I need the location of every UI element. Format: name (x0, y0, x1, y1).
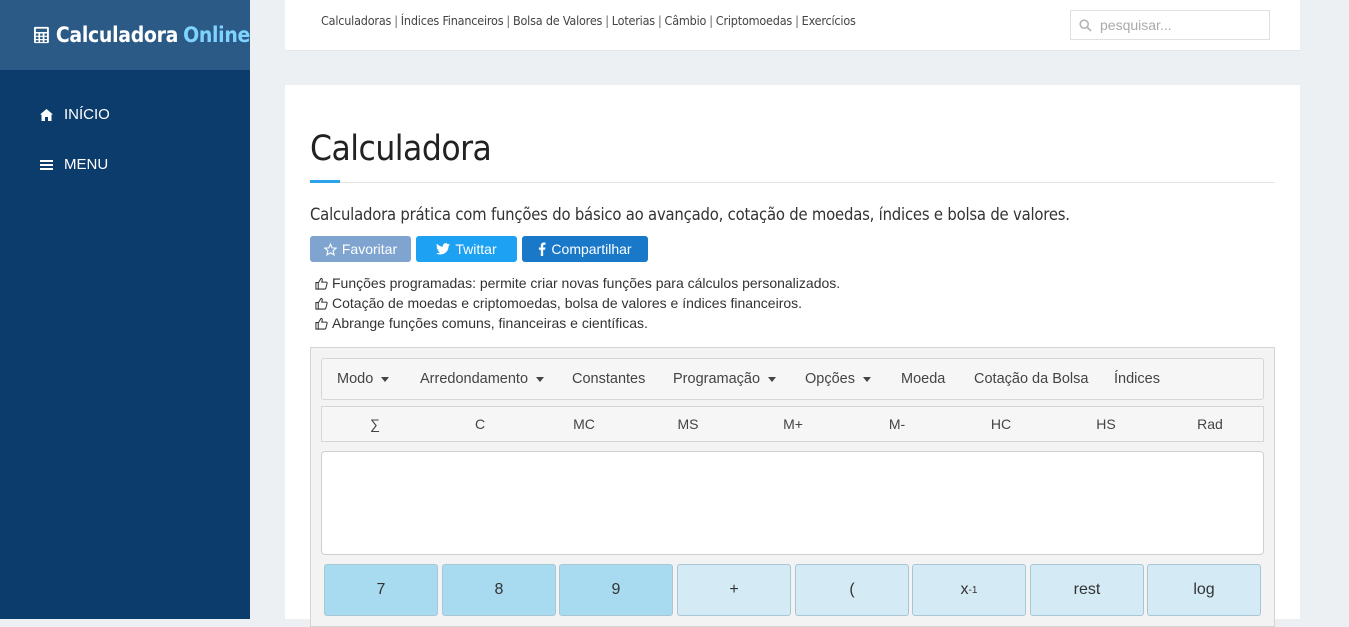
caret-down-icon (536, 376, 545, 382)
nav-link-criptomoedas[interactable]: Criptomoedas (716, 13, 792, 28)
title-divider (310, 182, 1275, 183)
caret-down-icon (862, 376, 871, 382)
list-item: Funções programadas: permite criar novas… (315, 273, 840, 293)
list-item: Cotação de moedas e criptomoedas, bolsa … (315, 293, 840, 313)
memory-clear-button[interactable]: MC (532, 407, 636, 441)
site-logo[interactable]: Calculadora Online (0, 0, 250, 70)
history-clear-button[interactable]: HC (949, 407, 1053, 441)
top-navigation-bar: Calculadoras | Índices Financeiros | Bolsa d… (285, 0, 1300, 51)
menu-moeda[interactable]: Moeda (901, 359, 945, 399)
memory-add-button[interactable]: M+ (741, 407, 845, 441)
feature-text: Funções programadas: permite criar novas… (332, 275, 841, 291)
caret-down-icon (768, 376, 777, 382)
memory-bar: ∑ C MC MS M+ M- HC HS Rad (321, 406, 1264, 442)
clear-button[interactable]: C (428, 407, 532, 441)
search-icon (1079, 18, 1092, 32)
calculator-display[interactable] (321, 451, 1264, 555)
main-content: Calculadora Calculadora prática com funç… (285, 85, 1300, 627)
menu-programacao[interactable]: Programação (673, 359, 777, 399)
sidebar-item-label: MENU (64, 156, 109, 173)
nav-link-exercicios[interactable]: Exercícios (802, 13, 856, 28)
sidebar-item-menu[interactable]: MENU (40, 156, 108, 173)
menu-opcoes[interactable]: Opções (805, 359, 871, 399)
star-icon (323, 242, 337, 256)
twitter-icon (436, 243, 451, 255)
favorite-label: Favoritar (341, 241, 398, 257)
page-title: Calculadora (310, 129, 492, 169)
key-8[interactable]: 8 (442, 564, 556, 616)
key-plus[interactable]: + (677, 564, 791, 616)
key-open-paren[interactable]: ( (795, 564, 909, 616)
menu-constantes[interactable]: Constantes (572, 359, 645, 399)
calculator: Modo Arredondamento Constantes Programaç… (310, 347, 1275, 627)
radians-toggle[interactable]: Rad (1158, 407, 1262, 441)
menu-modo[interactable]: Modo (337, 359, 390, 399)
caret-down-icon (381, 376, 390, 382)
nav-link-cambio[interactable]: Câmbio (665, 13, 707, 28)
memory-subtract-button[interactable]: M- (845, 407, 949, 441)
nav-link-loterias[interactable]: Loterias (612, 13, 655, 28)
calculator-menu-bar: Modo Arredondamento Constantes Programaç… (321, 358, 1264, 400)
key-log[interactable]: log (1147, 564, 1261, 616)
sidebar-item-inicio[interactable]: INÍCIO (40, 106, 110, 123)
nav-link-indices-financeiros[interactable]: Índices Financeiros (401, 13, 504, 28)
twitter-label: Twittar (455, 241, 497, 257)
memory-store-button[interactable]: MS (636, 407, 740, 441)
top-links: Calculadoras | Índices Financeiros | Bolsa d… (321, 13, 856, 28)
history-show-button[interactable]: HS (1054, 407, 1158, 441)
search-box (1070, 10, 1270, 40)
search-input[interactable] (1098, 16, 1262, 34)
key-7[interactable]: 7 (324, 564, 438, 616)
menu-indices[interactable]: Índices (1114, 359, 1160, 399)
menu-arredondamento[interactable]: Arredondamento (420, 359, 545, 399)
feature-text: Cotação de moedas e criptomoedas, bolsa … (332, 295, 803, 311)
sum-button[interactable]: ∑ (323, 407, 427, 441)
feature-list: Funções programadas: permite criar novas… (315, 273, 840, 333)
page-description: Calculadora prática com funções do básic… (310, 205, 1070, 224)
key-rest[interactable]: rest (1030, 564, 1144, 616)
favorite-button[interactable]: Favoritar (310, 236, 411, 262)
sidebar-item-label: INÍCIO (64, 106, 110, 123)
list-item: Abrange funções comuns, financeiras e ci… (315, 313, 840, 333)
menu-cotacao-da-bolsa[interactable]: Cotação da Bolsa (974, 359, 1088, 399)
thumbs-up-icon (315, 297, 328, 310)
nav-link-bolsa-de-valores[interactable]: Bolsa de Valores (513, 13, 602, 28)
sidebar: Calculadora Online INÍCIO MENU (0, 0, 250, 619)
thumbs-up-icon (315, 277, 328, 290)
feature-text: Abrange funções comuns, financeiras e ci… (332, 315, 648, 331)
share-label: Compartilhar (551, 241, 632, 257)
key-9[interactable]: 9 (559, 564, 673, 616)
twitter-button[interactable]: Twittar (416, 236, 517, 262)
facebook-icon (538, 242, 546, 256)
nav-link-calculadoras[interactable]: Calculadoras (321, 13, 391, 28)
title-accent-bar (310, 180, 340, 183)
thumbs-up-icon (315, 317, 328, 330)
home-icon (40, 108, 56, 121)
share-button[interactable]: Compartilhar (522, 236, 648, 262)
hamburger-icon (40, 159, 56, 171)
key-inverse[interactable]: x -1 (912, 564, 1026, 616)
logo-text: Calculadora Online (55, 23, 250, 47)
calculator-icon (34, 26, 49, 44)
